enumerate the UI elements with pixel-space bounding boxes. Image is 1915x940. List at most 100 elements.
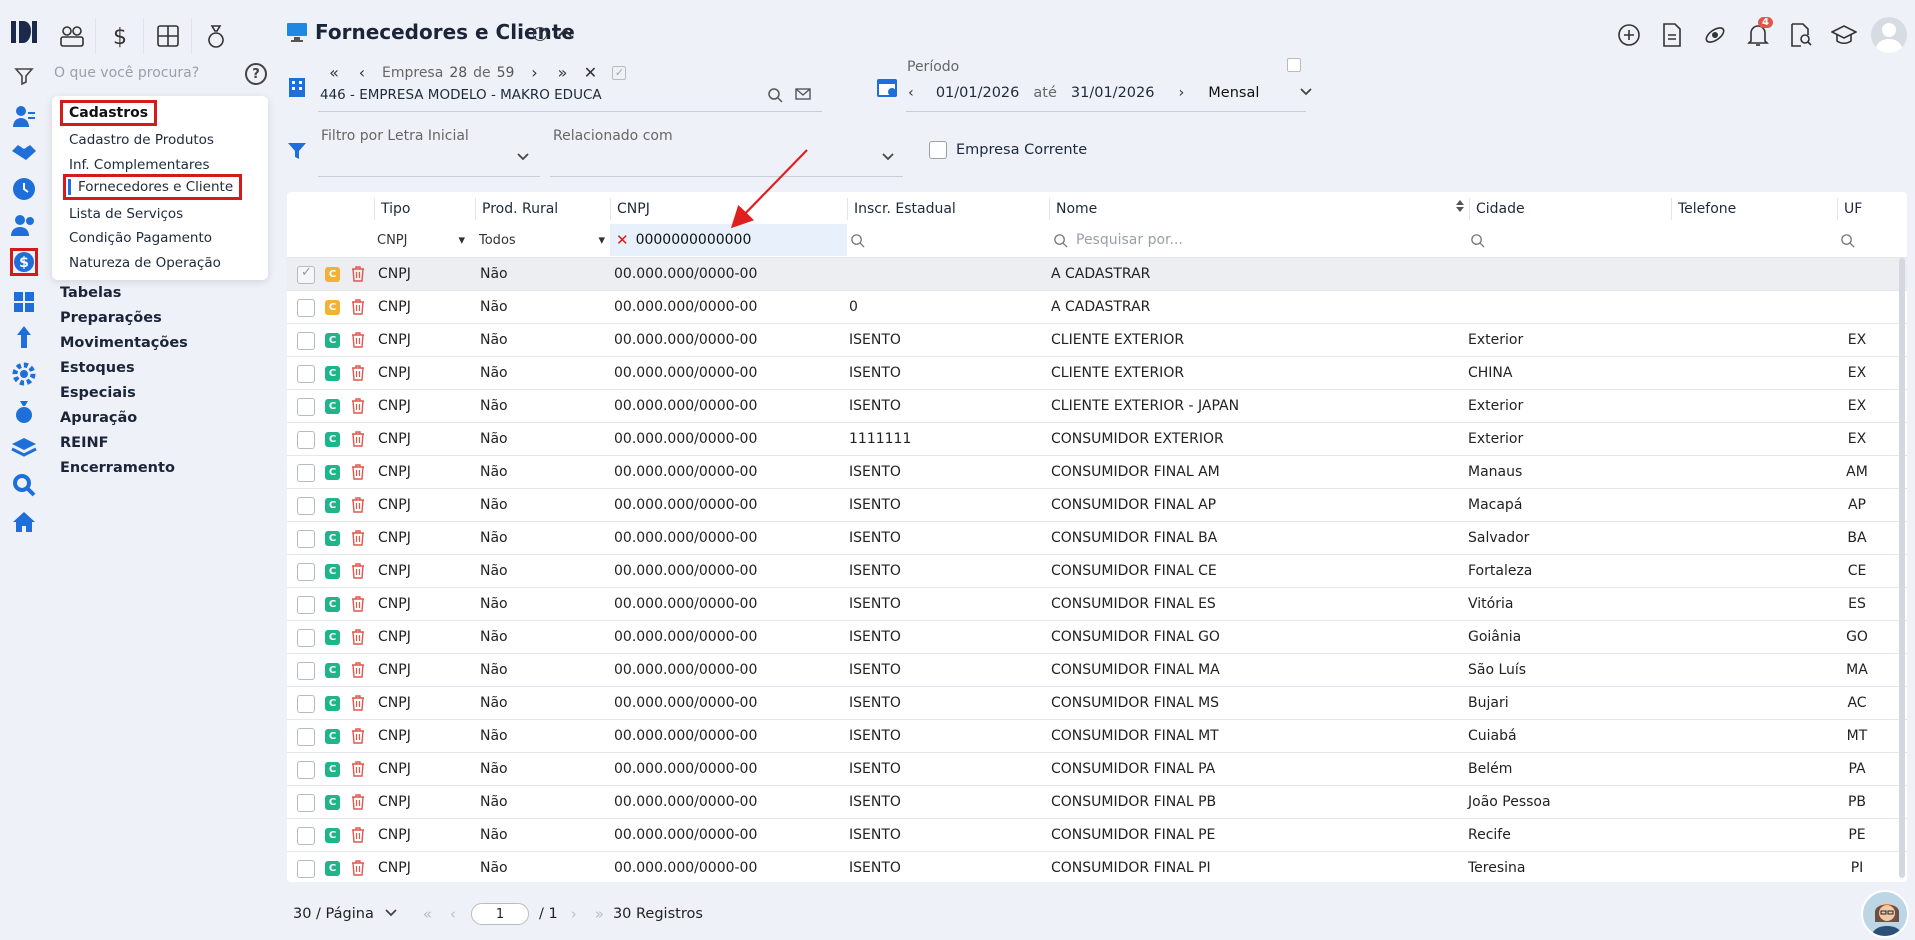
table-row[interactable]: C CNPJ Não 00.000.000/0000-00 ISENTO CONSUMID… <box>287 620 1907 653</box>
periodo-frequency[interactable]: Mensal <box>1208 85 1259 101</box>
tipo-filter-select[interactable]: CNPJ ▾ <box>377 224 467 256</box>
row-checkbox[interactable] <box>297 265 315 284</box>
table-row[interactable]: C CNPJ Não 00.000.000/0000-00 ISENTO CONSUMID… <box>287 818 1907 851</box>
row-checkbox[interactable] <box>297 662 315 680</box>
cliente-badge[interactable]: C <box>325 828 340 843</box>
last-page-icon[interactable]: » <box>595 905 604 923</box>
column-header-prod-rural[interactable]: Prod. Rural <box>475 198 558 220</box>
column-header-inscr-estadual[interactable]: Inscr. Estadual <box>847 198 956 220</box>
column-header-cidade[interactable]: Cidade <box>1469 198 1525 220</box>
module-money-bag-icon[interactable] <box>192 18 240 54</box>
module-people-icon[interactable] <box>48 18 96 54</box>
cliente-badge[interactable]: C <box>325 597 340 612</box>
prod-rural-filter-select[interactable]: Todos ▾ <box>479 224 607 256</box>
table-row[interactable]: C CNPJ Não 00.000.000/0000-00 ISENTO CONSUMID… <box>287 719 1907 752</box>
row-checkbox[interactable] <box>297 596 315 614</box>
sort-icon[interactable] <box>1455 198 1465 221</box>
row-checkbox[interactable] <box>297 728 315 746</box>
row-checkbox[interactable] <box>297 794 315 812</box>
next-company-icon[interactable]: › <box>520 63 548 82</box>
delete-icon[interactable] <box>351 365 365 385</box>
frequency-chevron-down-icon[interactable] <box>1299 85 1313 101</box>
cliente-badge[interactable]: C <box>325 366 340 381</box>
delete-icon[interactable] <box>351 497 365 517</box>
users-icon[interactable] <box>10 102 38 130</box>
column-header-telefone[interactable]: Telefone <box>1671 198 1736 220</box>
nav-group-encerramento[interactable]: Encerramento <box>60 460 175 476</box>
periodo-end[interactable]: 31/01/2026 <box>1071 85 1155 101</box>
table-row[interactable]: C CNPJ Não 00.000.000/0000-00 ISENTO CONSUMID… <box>287 554 1907 587</box>
add-circle-icon[interactable] <box>1607 17 1650 53</box>
page-size-chevron-down-icon[interactable] <box>384 906 398 922</box>
row-checkbox[interactable] <box>297 695 315 713</box>
cliente-badge[interactable]: C <box>325 267 340 282</box>
table-row[interactable]: C CNPJ Não 00.000.000/0000-00 0 A CADASTRAR <box>287 290 1907 323</box>
cliente-badge[interactable]: C <box>325 333 340 348</box>
satellite-icon[interactable] <box>1693 17 1736 53</box>
ie-filter-input[interactable] <box>850 224 1045 256</box>
assistant-avatar[interactable] <box>1861 890 1909 938</box>
row-checkbox[interactable] <box>297 497 315 515</box>
submenu-item-lista-servicos[interactable]: Lista de Serviços <box>69 206 183 222</box>
relacionado-chevron-down-icon[interactable] <box>881 150 895 166</box>
delete-icon[interactable] <box>351 794 365 814</box>
row-checkbox[interactable] <box>297 563 315 581</box>
periodo-start[interactable]: 01/01/2026 <box>936 85 1020 101</box>
info-icon[interactable]: i <box>533 27 547 41</box>
delete-icon[interactable] <box>351 629 365 649</box>
cliente-badge[interactable]: C <box>325 564 340 579</box>
cliente-badge[interactable]: C <box>325 399 340 414</box>
table-row[interactable]: C CNPJ Não 00.000.000/0000-00 ISENTO CONSUMID… <box>287 851 1907 882</box>
row-checkbox[interactable] <box>297 398 315 416</box>
delete-icon[interactable] <box>351 332 365 352</box>
settings-icon[interactable] <box>10 360 38 388</box>
filtro-chevron-down-icon[interactable] <box>516 150 530 166</box>
row-checkbox[interactable] <box>297 299 315 317</box>
document-search-icon[interactable] <box>1779 17 1822 53</box>
cliente-badge[interactable]: C <box>325 432 340 447</box>
prev-company-icon[interactable]: ‹ <box>348 63 376 82</box>
nav-group-especiais[interactable]: Especiais <box>60 385 136 401</box>
menu-search-input[interactable]: O que você procura? <box>54 65 199 81</box>
clock-icon[interactable] <box>10 175 38 203</box>
table-row[interactable]: C CNPJ Não 00.000.000/0000-00 ISENTO CLIENTE … <box>287 389 1907 422</box>
periodo-checkbox[interactable] <box>1287 58 1301 72</box>
page-number-input[interactable]: 1 <box>471 903 530 925</box>
column-header-uf[interactable]: UF <box>1837 198 1862 220</box>
delete-icon[interactable] <box>351 563 365 583</box>
empresa-corrente-toggle[interactable]: Empresa Corrente <box>929 141 1087 159</box>
cliente-badge[interactable]: C <box>325 795 340 810</box>
empresa-name[interactable]: 446 - EMPRESA MODELO - MAKRO EDUCA <box>320 87 602 103</box>
delete-icon[interactable] <box>351 266 365 286</box>
growth-icon[interactable] <box>10 323 38 351</box>
submenu-item-condicao-pagamento[interactable]: Condição Pagamento <box>69 230 212 246</box>
cliente-badge[interactable]: C <box>325 300 340 315</box>
handshake-icon[interactable] <box>10 138 38 166</box>
clear-filter-icon[interactable]: ✕ <box>616 231 629 249</box>
delete-icon[interactable] <box>351 662 365 682</box>
layers-icon[interactable] <box>10 434 38 462</box>
table-row[interactable]: C CNPJ Não 00.000.000/0000-00 ISENTO CONSUMID… <box>287 785 1907 818</box>
delete-icon[interactable] <box>351 827 365 847</box>
first-page-icon[interactable]: « <box>423 905 432 923</box>
row-checkbox[interactable] <box>297 464 315 482</box>
periodo-next-icon[interactable]: › <box>1178 85 1184 101</box>
row-checkbox[interactable] <box>297 365 315 383</box>
cliente-badge[interactable]: C <box>325 762 340 777</box>
column-header-nome[interactable]: Nome <box>1049 198 1469 220</box>
cliente-badge[interactable]: C <box>325 531 340 546</box>
filtro-letra-select[interactable] <box>318 176 540 177</box>
money-bag-icon[interactable] <box>10 397 38 425</box>
page-size-select[interactable]: 30 / Página <box>293 906 374 922</box>
delete-icon[interactable] <box>351 299 365 319</box>
nav-group-reinf[interactable]: REINF <box>60 435 109 451</box>
submenu-item-fornecedores-cliente[interactable]: Fornecedores e Cliente <box>63 174 243 200</box>
table-row[interactable]: C CNPJ Não 00.000.000/0000-00 ISENTO CLIENTE … <box>287 323 1907 356</box>
delete-icon[interactable] <box>351 596 365 616</box>
delete-icon[interactable] <box>351 695 365 715</box>
row-checkbox[interactable] <box>297 530 315 548</box>
table-row[interactable]: C CNPJ Não 00.000.000/0000-00 ISENTO CONSUMID… <box>287 521 1907 554</box>
graduation-cap-icon[interactable] <box>1822 17 1865 53</box>
nav-group-estoques[interactable]: Estoques <box>60 360 135 376</box>
column-header-cnpj[interactable]: CNPJ <box>610 198 650 220</box>
